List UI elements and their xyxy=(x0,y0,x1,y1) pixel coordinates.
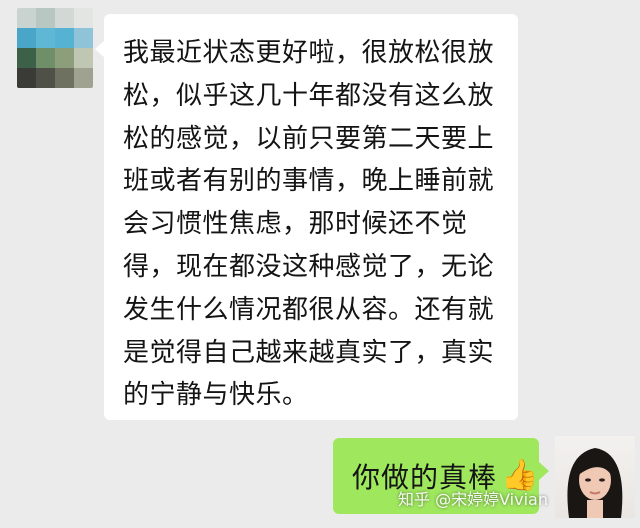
avatar-pixel xyxy=(36,8,55,28)
avatar-pixel xyxy=(74,48,93,68)
incoming-message-text: 我最近状态更好啦，很放松很放松，似乎这几十年都没有这么放松的感觉，以前只要第二天… xyxy=(123,38,495,411)
avatar-pixel xyxy=(55,28,74,48)
avatar-pixel xyxy=(17,8,36,28)
avatar-pixel xyxy=(74,8,93,28)
watermark: 知乎 @宋婷婷Vivian xyxy=(398,490,548,509)
avatar-pixel xyxy=(55,68,74,88)
avatar-pixel xyxy=(74,68,93,88)
woman-portrait-avatar-icon xyxy=(567,448,623,518)
avatar-pixel xyxy=(55,8,74,28)
avatar-pixel xyxy=(55,48,74,68)
avatar-pixel xyxy=(36,68,55,88)
avatar-pixel xyxy=(17,48,36,68)
avatar-pixel xyxy=(36,48,55,68)
avatar-pixel xyxy=(36,28,55,48)
sender-avatar[interactable] xyxy=(17,8,93,88)
incoming-message-bubble[interactable]: 我最近状态更好啦，很放松很放松，似乎这几十年都没有这么放松的感觉，以前只要第二天… xyxy=(95,14,518,420)
user-avatar[interactable] xyxy=(555,436,635,518)
avatar-pixel xyxy=(17,68,36,88)
avatar-pixel xyxy=(74,28,93,48)
avatar-pixel xyxy=(17,28,36,48)
